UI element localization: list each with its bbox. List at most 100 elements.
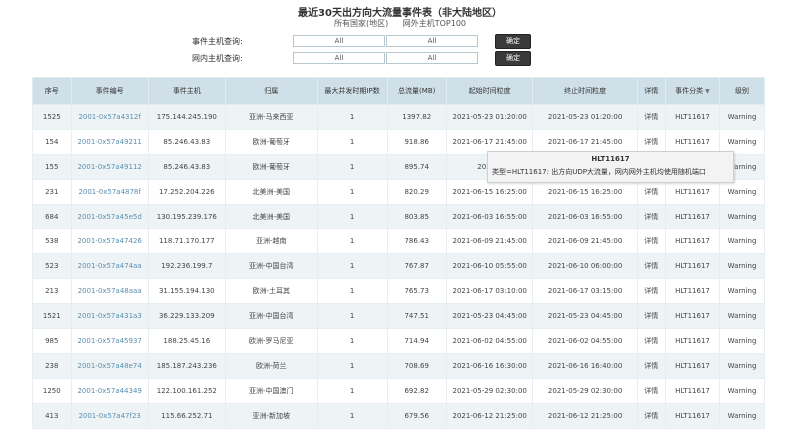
col-header-max-ip[interactable]: 最大并发时期IP数 — [316, 77, 388, 105]
cell-event-host: 115.66.252.71 — [147, 402, 226, 429]
col-header-total-traffic[interactable]: 总流量(MB) — [386, 77, 447, 105]
cell-location: 亚洲-中国台湾 — [224, 253, 318, 280]
table-row[interactable]: 985 2001-0x57a45937 188.25.45.16 欧洲-罗马尼亚 1 71… — [32, 328, 765, 354]
col-header-index[interactable]: 序号 — [32, 77, 72, 105]
cell-level: Warning — [719, 303, 765, 330]
table-row[interactable]: 523 2001-0x57a474aa 192.236.199.7 亚洲-中国台湾 1 7… — [32, 253, 765, 280]
col-header-level[interactable]: 级别 — [719, 77, 765, 105]
cell-details[interactable]: 详情 — [636, 104, 666, 130]
tooltip-body: 类型=HLT11617: 出方向UDP大流量，网内网外主机均使用随机端口 — [492, 168, 706, 176]
cell-location: 亚洲-越南 — [224, 228, 318, 255]
cell-max-ip: 1 — [316, 153, 388, 180]
col-header-details[interactable]: 详情 — [636, 77, 666, 105]
col-header-location[interactable]: 归属 — [224, 77, 318, 105]
cell-event-host: 192.236.199.7 — [147, 253, 226, 280]
cell-event-host: 17.252.204.226 — [147, 178, 226, 205]
cell-index: 238 — [32, 352, 72, 379]
category-tooltip: HLT11617 类型=HLT11617: 出方向UDP大流量，网内网外主机均使… — [487, 151, 734, 183]
cell-max-ip: 1 — [316, 104, 388, 130]
cell-event-host: 122.100.161.252 — [147, 377, 226, 404]
cell-details[interactable]: 详情 — [636, 328, 666, 354]
cell-location: 亚洲-马来西亚 — [224, 104, 318, 130]
cell-event-id: 2001-0x57a4878f — [70, 178, 149, 205]
table-row[interactable]: 1521 2001-0x57a431a3 36.229.133.209 亚洲-中国台湾… — [32, 303, 765, 330]
cell-index: 154 — [32, 128, 72, 155]
table-header-row: 序号 事件编号 事件主机 归属 最大并发时期IP数 总流量(MB) 起始时间粒度… — [32, 77, 765, 105]
cell-index: 538 — [32, 228, 72, 255]
cell-category: HLT11617 — [664, 203, 721, 230]
cell-max-ip: 1 — [316, 352, 388, 379]
cell-total-traffic: 692.82 — [386, 377, 447, 404]
table-row[interactable]: 1525 2001-0x57a4312f 175.144.245.190 亚洲-马来西… — [32, 104, 765, 130]
cell-index: 1521 — [32, 303, 72, 330]
page-title: 最近30天出方向大流量事件表（非大陆地区） — [298, 8, 502, 19]
internal-host-to-input[interactable]: All — [386, 52, 478, 64]
cell-end-time: 2021-06-03 16:55:00 — [532, 203, 638, 230]
col-header-category[interactable]: 事件分类 ▼ — [664, 77, 721, 105]
col-header-category-label: 事件分类 — [675, 87, 704, 95]
event-host-to-input[interactable]: All — [386, 35, 478, 47]
cell-location: 欧洲-罗马尼亚 — [224, 328, 318, 354]
cell-location: 亚洲-中国台湾 — [224, 303, 318, 330]
table-row[interactable]: 238 2001-0x57a48e74 185.187.243.236 欧洲-荷兰 1 7… — [32, 352, 765, 379]
cell-location: 北美洲-美国 — [224, 203, 318, 230]
cell-start-time: 2021-05-23 01:20:00 — [445, 104, 534, 130]
cell-total-traffic: 820.29 — [386, 178, 447, 205]
cell-event-id: 2001-0x57a44349 — [70, 377, 149, 404]
cell-details[interactable]: 详情 — [636, 303, 666, 330]
cell-details[interactable]: 详情 — [636, 203, 666, 230]
cell-details[interactable]: 详情 — [636, 278, 666, 305]
cell-index: 231 — [32, 178, 72, 205]
table-row[interactable]: 213 2001-0x57a48aaa 31.155.194.130 欧洲-土耳其 1 7… — [32, 278, 765, 305]
cell-end-time: 2021-06-12 21:25:00 — [532, 402, 638, 429]
cell-max-ip: 1 — [316, 303, 388, 330]
table-row[interactable]: 538 2001-0x57a47426 118.71.170.177 亚洲-越南 1 78… — [32, 228, 765, 255]
cell-category: HLT11617 — [664, 328, 721, 354]
event-host-filter-label: 事件主机查询: — [192, 37, 243, 46]
event-host-confirm-button[interactable]: 确定 — [495, 34, 531, 49]
internal-host-from-input[interactable]: All — [293, 52, 385, 64]
cell-index: 684 — [32, 203, 72, 230]
tooltip-title: HLT11617 — [591, 155, 630, 163]
cell-event-host: 36.229.133.209 — [147, 303, 226, 330]
cell-max-ip: 1 — [316, 328, 388, 354]
cell-details[interactable]: 详情 — [636, 402, 666, 429]
cell-max-ip: 1 — [316, 128, 388, 155]
col-header-event-id[interactable]: 事件编号 — [70, 77, 149, 105]
cell-start-time: 2021-06-16 16:30:00 — [445, 352, 534, 379]
cell-start-time: 2021-06-09 21:45:00 — [445, 228, 534, 255]
cell-category: HLT11617 — [664, 352, 721, 379]
cell-total-traffic: 786.43 — [386, 228, 447, 255]
cell-start-time: 2021-06-17 03:10:00 — [445, 278, 534, 305]
cell-location: 亚洲-中国澳门 — [224, 377, 318, 404]
cell-total-traffic: 767.87 — [386, 253, 447, 280]
cell-category: HLT11617 — [664, 377, 721, 404]
cell-details[interactable]: 详情 — [636, 377, 666, 404]
table-row[interactable]: 1250 2001-0x57a44349 122.100.161.252 亚洲-中国澳… — [32, 377, 765, 404]
cell-total-traffic: 803.85 — [386, 203, 447, 230]
event-host-from-input[interactable]: All — [293, 35, 385, 47]
cell-level: Warning — [719, 253, 765, 280]
sort-down-icon[interactable]: ▼ — [705, 88, 710, 95]
cell-details[interactable]: 详情 — [636, 228, 666, 255]
cell-event-id: 2001-0x57a48aaa — [70, 278, 149, 305]
cell-end-time: 2021-06-10 06:00:00 — [532, 253, 638, 280]
cell-total-traffic: 1397.82 — [386, 104, 447, 130]
table-row[interactable]: 413 2001-0x57a47f23 115.66.252.71 亚洲-新加坡 1 67… — [32, 402, 765, 429]
cell-event-id: 2001-0x57a49211 — [70, 128, 149, 155]
cell-max-ip: 1 — [316, 278, 388, 305]
cell-index: 1525 — [32, 104, 72, 130]
cell-level: Warning — [719, 203, 765, 230]
col-header-start-time[interactable]: 起始时间粒度 — [445, 77, 534, 105]
cell-details[interactable]: 详情 — [636, 253, 666, 280]
internal-host-confirm-button[interactable]: 确定 — [495, 51, 531, 66]
col-header-event-host[interactable]: 事件主机 — [147, 77, 226, 105]
cell-details[interactable]: 详情 — [636, 352, 666, 379]
cell-location: 欧洲-土耳其 — [224, 278, 318, 305]
cell-start-time: 2021-05-29 02:30:00 — [445, 377, 534, 404]
cell-location: 亚洲-新加坡 — [224, 402, 318, 429]
col-header-end-time[interactable]: 终止时间粒度 — [532, 77, 638, 105]
table-row[interactable]: 684 2001-0x57a45e5d 130.195.239.176 北美洲-美国 1… — [32, 203, 765, 230]
cell-location: 欧洲-葡萄牙 — [224, 153, 318, 180]
cell-level: Warning — [719, 402, 765, 429]
